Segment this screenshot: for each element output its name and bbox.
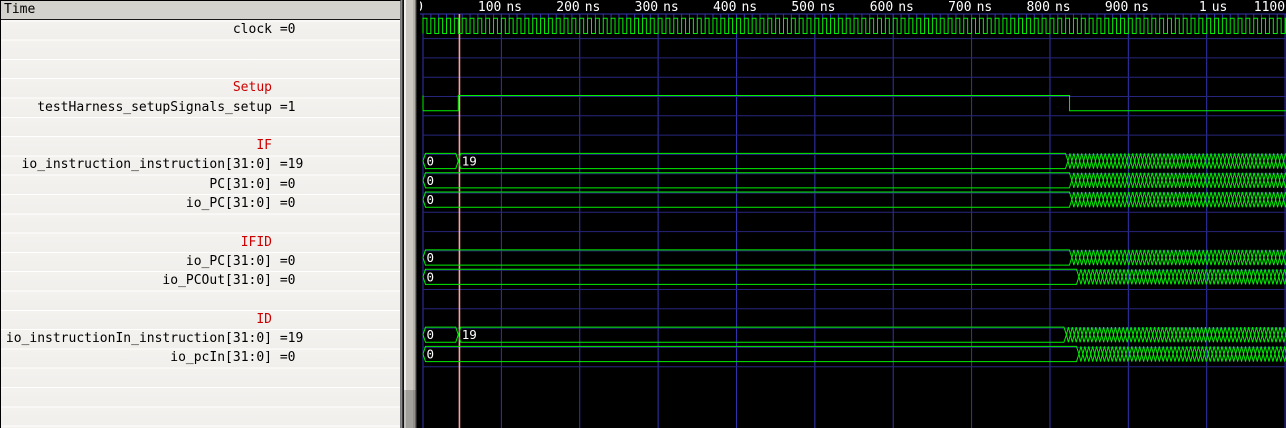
bus-value-label: 0 xyxy=(427,250,435,265)
signal-name: PC[31:0] xyxy=(1,175,272,194)
bus-value-label: 0 xyxy=(427,327,435,342)
signal-row[interactable]: io_instructionIn_instruction[31:0] =19 xyxy=(1,329,402,348)
time-label: 0 xyxy=(420,0,423,15)
group-label-row[interactable]: IFID xyxy=(1,233,402,252)
wave-background xyxy=(420,0,1286,428)
time-label-unit: ns xyxy=(585,0,601,15)
time-label: 800 xyxy=(1026,0,1049,15)
signal-row[interactable]: io_pcIn[31:0] =0 xyxy=(1,348,402,367)
time-label: 1100 xyxy=(1254,0,1285,15)
time-label: 100 xyxy=(478,0,501,15)
group-label: Setup xyxy=(1,78,272,97)
time-header: Time xyxy=(1,1,400,20)
group-label: ID xyxy=(1,310,272,329)
scrollbar-trough[interactable] xyxy=(404,390,416,428)
signal-name: io_instructionIn_instruction[31:0] xyxy=(1,329,272,348)
waveform-canvas[interactable]: 019000001900100ns200ns300ns400ns500ns600… xyxy=(420,0,1286,428)
signal-name: testHarness_setupSignals_setup xyxy=(1,98,272,117)
time-label: 400 xyxy=(713,0,736,15)
group-label: IF xyxy=(1,136,272,155)
vertical-scrollbar[interactable] xyxy=(401,0,420,428)
time-label-unit: ns xyxy=(663,0,679,15)
time-label: 1 xyxy=(1199,0,1207,15)
time-label: 200 xyxy=(556,0,579,15)
signal-row[interactable]: io_PC[31:0] =0 xyxy=(1,252,402,271)
time-label: 500 xyxy=(791,0,814,15)
bus-value-label: 0 xyxy=(427,269,435,284)
signal-row[interactable]: testHarness_setupSignals_setup =1 xyxy=(1,98,402,117)
signal-row[interactable]: io_PC[31:0] =0 xyxy=(1,194,402,213)
signal-value: =0 xyxy=(272,22,295,37)
time-label-unit: ns xyxy=(1055,0,1071,15)
group-label-row[interactable]: Setup xyxy=(1,78,402,97)
signal-row[interactable]: io_instruction_instruction[31:0] =19 xyxy=(1,155,402,174)
signal-row[interactable]: clock =0 xyxy=(1,20,402,39)
bus-value-label: 19 xyxy=(462,327,477,342)
time-label-unit: ns xyxy=(820,0,836,15)
group-label-row[interactable]: ID xyxy=(1,310,402,329)
bus-value-label: 0 xyxy=(427,173,435,188)
signal-row[interactable]: PC[31:0] =0 xyxy=(1,175,402,194)
group-label: IFID xyxy=(1,233,272,252)
signal-name: io_instruction_instruction[31:0] xyxy=(1,155,272,174)
signal-name: io_pcIn[31:0] xyxy=(1,348,272,367)
signal-name: io_PC[31:0] xyxy=(1,252,272,271)
signal-name: io_PCOut[31:0] xyxy=(1,271,272,290)
time-label: 600 xyxy=(870,0,893,15)
waveform-viewer-window: Time clock =0 SetuptestHarness_setupSigna… xyxy=(0,0,1286,428)
signal-value: =1 xyxy=(272,100,295,115)
signal-value: =19 xyxy=(272,331,303,346)
signal-value: =0 xyxy=(272,273,295,288)
wave-display-area[interactable]: 019000001900100ns200ns300ns400ns500ns600… xyxy=(420,0,1286,428)
time-label-unit: ns xyxy=(741,0,757,15)
signal-value: =0 xyxy=(272,254,295,269)
bus-value-label: 0 xyxy=(427,347,435,362)
signal-name: io_PC[31:0] xyxy=(1,194,272,213)
bus-value-label: 19 xyxy=(462,154,477,169)
signal-value: =19 xyxy=(272,157,303,172)
group-label-row[interactable]: IF xyxy=(1,136,402,155)
signal-row[interactable]: io_PCOut[31:0] =0 xyxy=(1,271,402,290)
signal-value: =0 xyxy=(272,196,295,211)
bus-value-label: 0 xyxy=(427,192,435,207)
signal-value: =0 xyxy=(272,177,295,192)
time-label-unit: ns xyxy=(977,0,993,15)
time-label: 900 xyxy=(1105,0,1128,15)
time-label: 700 xyxy=(948,0,971,15)
time-label-unit: ns xyxy=(506,0,522,15)
time-label-unit: ns xyxy=(898,0,914,15)
time-label-unit: ns xyxy=(1133,0,1149,15)
bus-value-label: 0 xyxy=(427,154,435,169)
signal-name: clock xyxy=(1,20,272,39)
signal-name-panel[interactable]: Time clock =0 SetuptestHarness_setupSigna… xyxy=(0,0,401,428)
signal-value: =0 xyxy=(272,350,295,365)
time-label-unit: us xyxy=(1212,0,1228,15)
time-label: 300 xyxy=(635,0,658,15)
